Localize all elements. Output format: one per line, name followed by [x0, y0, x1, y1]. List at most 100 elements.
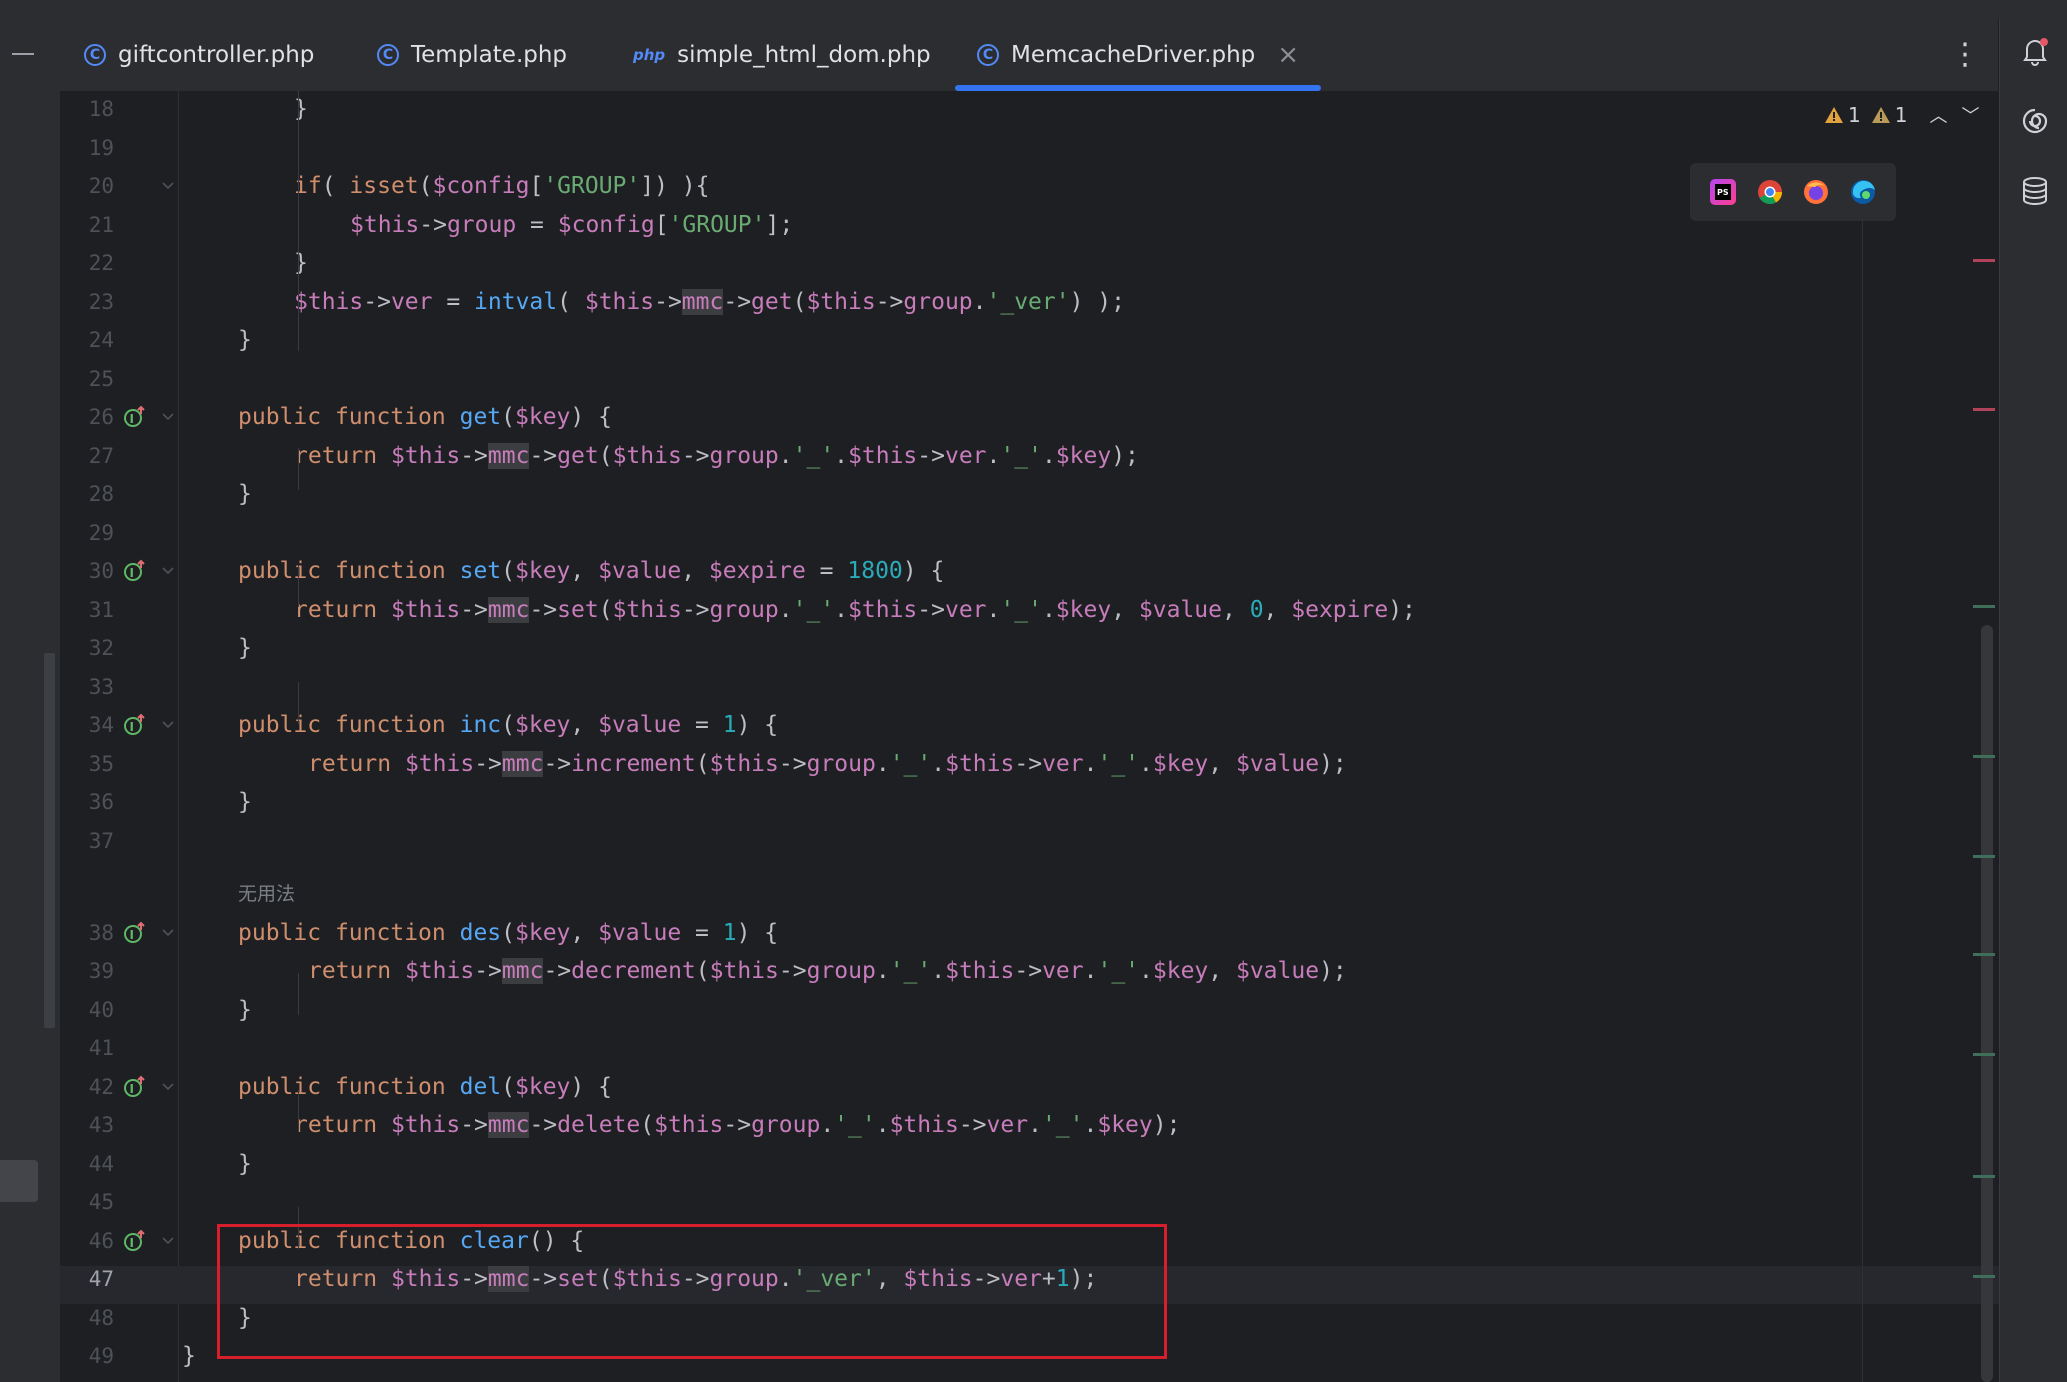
- more-icon[interactable]: ⋮: [1950, 18, 1980, 91]
- warning-count-a[interactable]: 1: [1824, 103, 1861, 127]
- code-line[interactable]: 47 return $this->mmc->set($this->group.'_…: [60, 1260, 1999, 1298]
- implements-method-icon[interactable]: I: [123, 921, 147, 945]
- ai-assistant-icon[interactable]: [2018, 104, 2052, 138]
- code-line[interactable]: 28}: [60, 475, 1999, 513]
- code-text: }: [238, 997, 252, 1023]
- implements-method-icon[interactable]: I: [123, 1229, 147, 1253]
- code-text: return $this->mmc->set($this->group.'_'.…: [294, 597, 1416, 623]
- line-number: 26: [88, 405, 114, 429]
- line-number: 21: [88, 213, 114, 237]
- code-line[interactable]: 43 return $this->mmc->delete($this->group…: [60, 1106, 1999, 1144]
- fold-chevron-icon[interactable]: [160, 562, 176, 578]
- tab-giftcontroller[interactable]: C giftcontroller.php: [84, 18, 314, 91]
- code-line[interactable]: 36}: [60, 783, 1999, 821]
- implements-method-icon[interactable]: I: [123, 559, 147, 583]
- code-line[interactable]: 31 return $this->mmc->set($this->group.'_…: [60, 591, 1999, 629]
- line-number: 23: [88, 290, 114, 314]
- code-text: public function inc($key, $value = 1) {: [238, 712, 779, 738]
- line-number: 42: [88, 1075, 114, 1099]
- fold-chevron-icon[interactable]: [160, 924, 176, 940]
- code-line[interactable]: 19: [60, 129, 1999, 167]
- vertical-scrollbar[interactable]: [1981, 625, 1993, 1382]
- code-editor[interactable]: 17call_user_func_array(array($this->mmc,…: [60, 91, 1999, 1382]
- svg-text:I: I: [130, 1082, 134, 1096]
- code-text: }: [182, 1343, 196, 1369]
- line-number: 27: [88, 444, 114, 468]
- code-line[interactable]: 39 return $this->mmc->decrement($this->gr…: [60, 952, 1999, 990]
- chevron-up-icon[interactable]: ︿: [1929, 102, 1947, 128]
- fold-chevron-icon[interactable]: [160, 408, 176, 424]
- line-number: 49: [88, 1344, 114, 1368]
- code-text: return $this->mmc->increment($this->grou…: [308, 751, 1347, 777]
- indent-guide: [298, 565, 299, 607]
- code-line[interactable]: 46 Ipublic function clear() {: [60, 1222, 1999, 1260]
- left-panel-scrollbar[interactable]: [44, 653, 55, 1028]
- code-line[interactable]: 40}: [60, 991, 1999, 1029]
- code-line[interactable]: 18}: [60, 91, 1999, 128]
- warning-count-b[interactable]: 1: [1871, 103, 1907, 127]
- implements-method-icon[interactable]: I: [123, 405, 147, 429]
- change-stripe-mark[interactable]: [1973, 1053, 1995, 1056]
- left-panel-selected-item[interactable]: [0, 1160, 38, 1202]
- code-line[interactable]: 33: [60, 668, 1999, 706]
- chrome-icon[interactable]: [1755, 177, 1785, 207]
- code-line[interactable]: 30 Ipublic function set($key, $value, $ex…: [60, 552, 1999, 590]
- fold-chevron-icon[interactable]: [160, 177, 176, 193]
- change-stripe-mark[interactable]: [1973, 1175, 1995, 1178]
- edge-icon[interactable]: [1848, 177, 1878, 207]
- code-line[interactable]: 44}: [60, 1145, 1999, 1183]
- tab-template[interactable]: C Template.php: [377, 18, 567, 91]
- code-line[interactable]: 22}: [60, 244, 1999, 282]
- line-number: 25: [88, 367, 114, 391]
- code-text: public function del($key) {: [238, 1074, 612, 1100]
- code-line[interactable]: 48}: [60, 1299, 1999, 1337]
- error-stripe-mark[interactable]: [1973, 259, 1995, 262]
- code-line[interactable]: 35 return $this->mmc->increment($this->gr…: [60, 745, 1999, 783]
- svg-text:PS: PS: [1717, 188, 1729, 197]
- code-line[interactable]: 45: [60, 1183, 1999, 1221]
- code-line[interactable]: 41: [60, 1029, 1999, 1067]
- browser-preview-tray: PS: [1690, 163, 1896, 221]
- database-icon[interactable]: [2018, 174, 2052, 208]
- code-line[interactable]: 38 Ipublic function des($key, $value = 1)…: [60, 914, 1999, 952]
- line-number: 47: [88, 1267, 114, 1291]
- change-stripe-mark[interactable]: [1973, 605, 1995, 608]
- change-stripe-mark[interactable]: [1973, 1275, 1995, 1278]
- window-top-border: [0, 0, 2067, 18]
- code-line[interactable]: 32}: [60, 629, 1999, 667]
- bell-icon[interactable]: [2018, 34, 2052, 68]
- svg-text:I: I: [130, 928, 134, 942]
- code-line[interactable]: 26 Ipublic function get($key) {: [60, 398, 1999, 436]
- chevron-down-icon[interactable]: ﹀: [1961, 102, 1979, 128]
- code-text: }: [238, 1151, 252, 1177]
- change-stripe-mark[interactable]: [1973, 855, 1995, 858]
- code-line[interactable]: 49}: [60, 1337, 1999, 1375]
- collapse-icon[interactable]: [12, 53, 34, 55]
- code-line[interactable]: 24}: [60, 321, 1999, 359]
- tab-simple-html-dom[interactable]: php simple_html_dom.php: [633, 18, 931, 91]
- fold-chevron-icon[interactable]: [160, 1078, 176, 1094]
- implements-method-icon[interactable]: I: [123, 713, 147, 737]
- code-line[interactable]: 27 return $this->mmc->get($this->group.'_…: [60, 437, 1999, 475]
- change-stripe-mark[interactable]: [1973, 953, 1995, 956]
- firefox-icon[interactable]: [1801, 177, 1831, 207]
- code-text: }: [238, 789, 252, 815]
- code-line[interactable]: 42 Ipublic function del($key) {: [60, 1068, 1999, 1106]
- code-line[interactable]: 37: [60, 822, 1999, 860]
- code-text: }: [294, 96, 308, 122]
- implements-method-icon[interactable]: I: [123, 1075, 147, 1099]
- tab-memcachedriver[interactable]: C MemcacheDriver.php ×: [954, 18, 1322, 91]
- code-line[interactable]: 34 Ipublic function inc($key, $value = 1)…: [60, 706, 1999, 744]
- change-stripe-mark[interactable]: [1973, 755, 1995, 758]
- line-number: 37: [88, 829, 114, 853]
- fold-chevron-icon[interactable]: [160, 716, 176, 732]
- code-line[interactable]: 23 $this->ver = intval( $this->mmc->get($…: [60, 283, 1999, 321]
- close-icon[interactable]: ×: [1277, 40, 1299, 70]
- inspection-widget[interactable]: 1 1 ︿ ﹀: [1824, 98, 1979, 132]
- fold-chevron-icon[interactable]: [160, 1232, 176, 1248]
- code-line[interactable]: 25: [60, 360, 1999, 398]
- line-number: 29: [88, 521, 114, 545]
- phpstorm-icon[interactable]: PS: [1708, 177, 1738, 207]
- code-line[interactable]: 29: [60, 514, 1999, 552]
- error-stripe-mark[interactable]: [1973, 408, 1995, 411]
